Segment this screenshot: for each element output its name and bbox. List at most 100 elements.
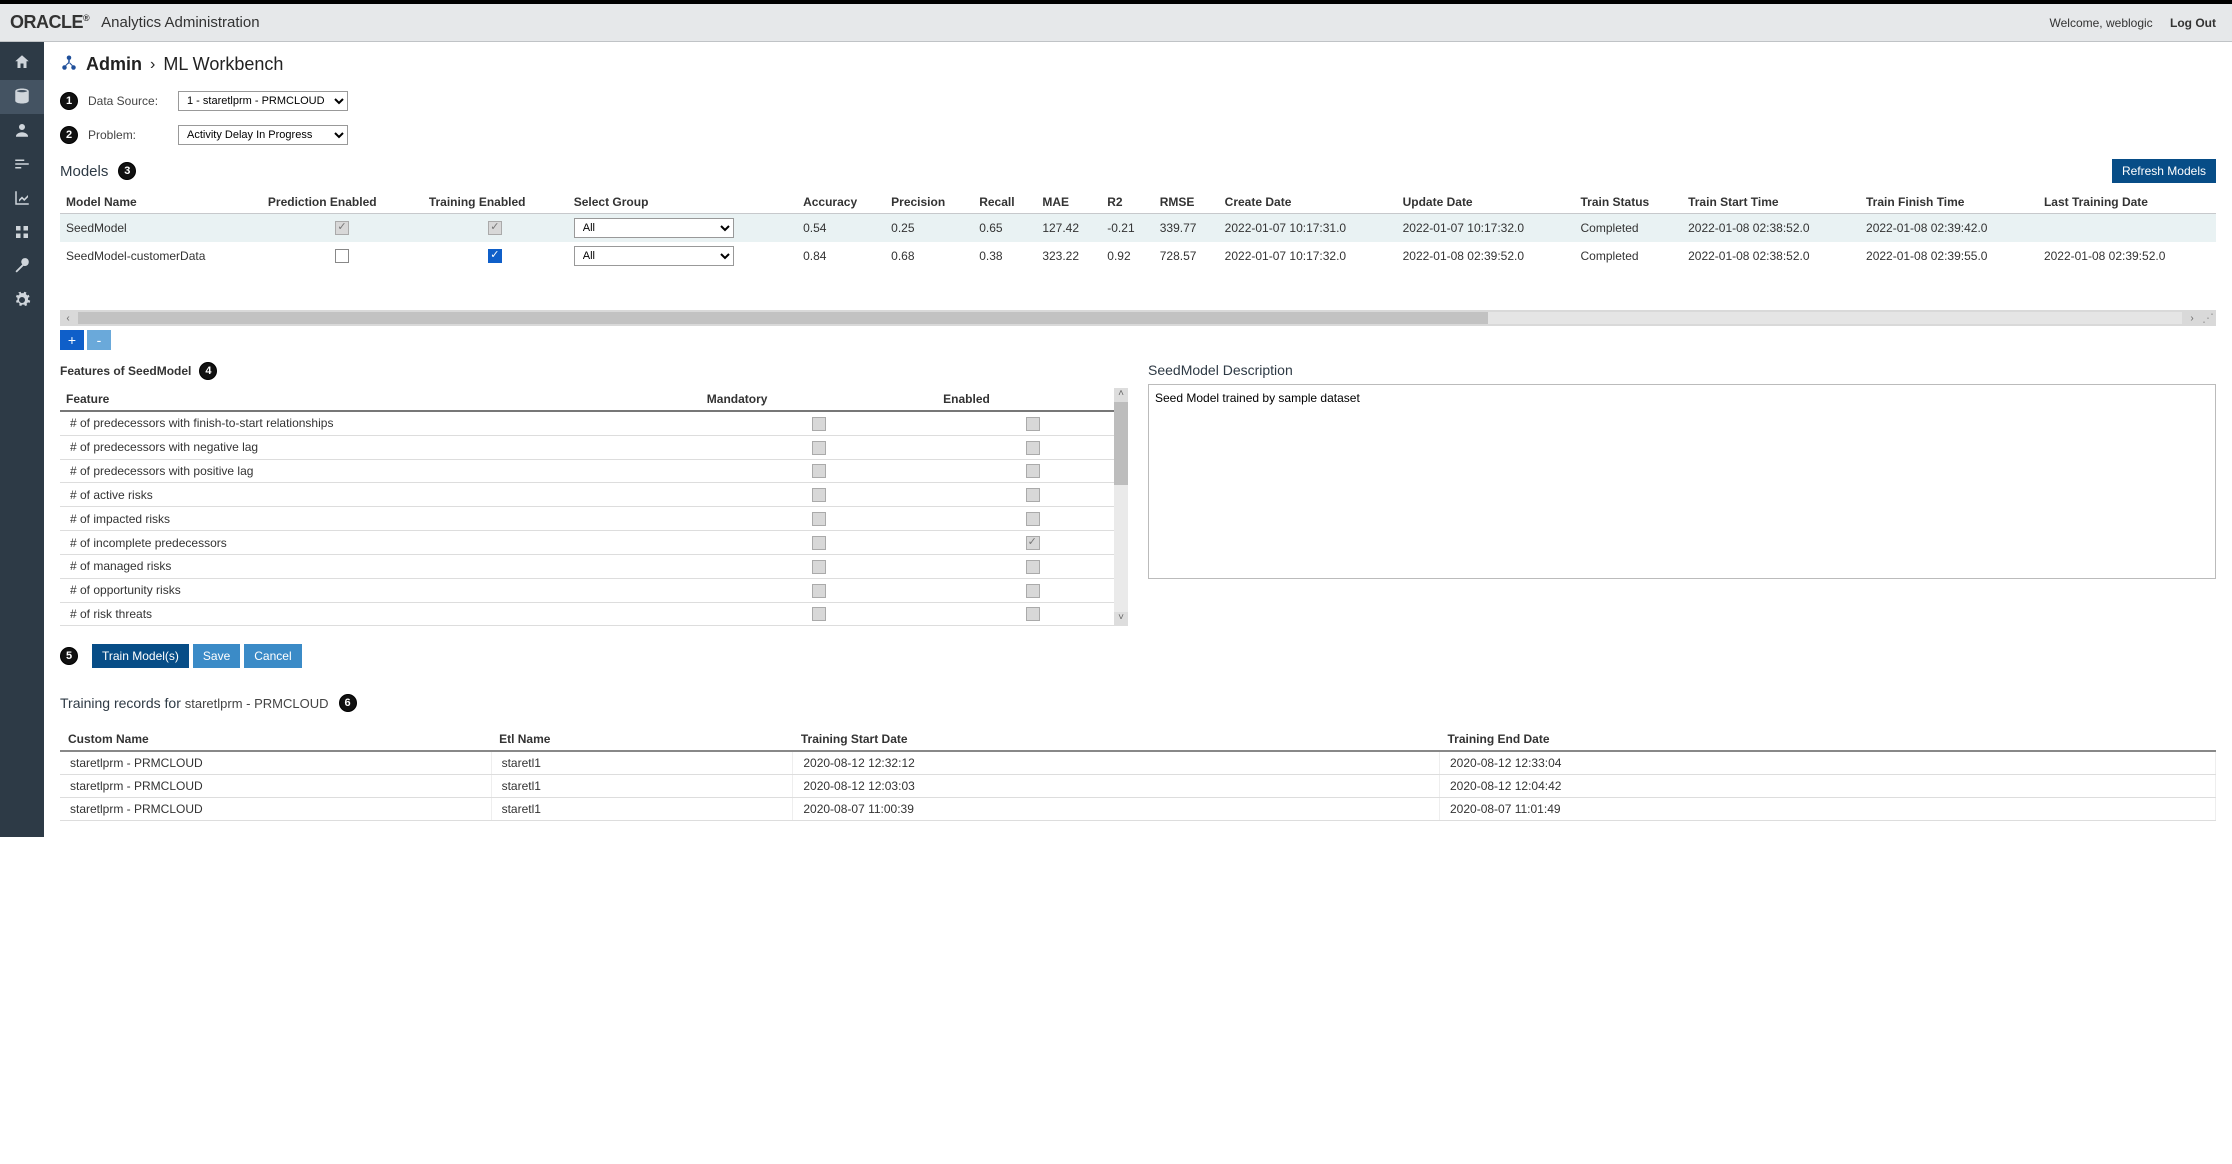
save-button[interactable]: Save <box>193 644 240 668</box>
checkbox <box>812 488 826 502</box>
welcome-text: Welcome, weblogic <box>2050 16 2153 30</box>
checkbox <box>812 464 826 478</box>
cancel-button[interactable]: Cancel <box>244 644 301 668</box>
checkbox <box>812 512 826 526</box>
col-train-start: Train Start Time <box>1682 191 1860 214</box>
scroll-thumb[interactable] <box>78 312 1488 324</box>
col-rmse: RMSE <box>1154 191 1219 214</box>
gear-icon <box>13 291 31 312</box>
data-source-label: Data Source: <box>88 94 168 108</box>
training-records-table: Custom Name Etl Name Training Start Date… <box>60 728 2216 821</box>
scroll-left-icon[interactable]: ‹ <box>62 313 74 324</box>
problem-label: Problem: <box>88 128 168 142</box>
checkbox <box>1026 441 1040 455</box>
scroll-right-icon[interactable]: › <box>2186 313 2198 324</box>
resize-grip-icon[interactable]: ⋰ <box>2198 311 2214 325</box>
rail-users[interactable] <box>0 114 44 148</box>
top-right: Welcome, weblogic Log Out <box>2036 16 2216 30</box>
step-2-badge: 2 <box>60 126 78 144</box>
features-table: Feature Mandatory Enabled # of predecess… <box>60 388 1128 626</box>
table-row[interactable]: # of predecessors with finish-to-start r… <box>60 411 1128 435</box>
home-icon <box>13 53 31 74</box>
col-train-status: Train Status <box>1575 191 1683 214</box>
rail-home[interactable] <box>0 46 44 80</box>
table-row[interactable]: # of managed risks <box>60 554 1128 578</box>
breadcrumb-admin[interactable]: Admin <box>86 54 142 75</box>
scroll-up-icon[interactable]: ˄ <box>1114 388 1128 402</box>
table-row[interactable]: # of predecessors with positive lag <box>60 459 1128 483</box>
grid-icon <box>13 223 31 244</box>
remove-model-button[interactable]: - <box>87 330 111 350</box>
oracle-logo: ORACLE® <box>10 12 89 33</box>
rail-grid[interactable] <box>0 216 44 250</box>
refresh-models-button[interactable]: Refresh Models <box>2112 159 2216 183</box>
step-3-badge: 3 <box>118 162 136 180</box>
step-5-badge: 5 <box>60 647 78 665</box>
models-header-row: Model Name Prediction Enabled Training E… <box>60 191 2216 214</box>
add-model-button[interactable]: + <box>60 330 84 350</box>
side-rail <box>0 42 44 837</box>
checkbox <box>1026 607 1040 621</box>
checkbox <box>812 536 826 550</box>
models-table: Model Name Prediction Enabled Training E… <box>60 191 2216 270</box>
table-row[interactable]: SeedModelAll0.540.250.65127.42-0.21339.7… <box>60 214 2216 243</box>
checkbox <box>335 221 349 235</box>
rail-chart[interactable] <box>0 182 44 216</box>
chevron-right-icon: › <box>150 56 155 74</box>
table-row[interactable]: staretlprm - PRMCLOUDstaretl12020-08-12 … <box>60 751 2216 775</box>
select-group-select[interactable]: All <box>574 246 734 266</box>
checkbox <box>1026 584 1040 598</box>
train-models-button[interactable]: Train Model(s) <box>92 644 189 668</box>
col-mae: MAE <box>1036 191 1101 214</box>
checkbox <box>812 417 826 431</box>
models-hscrollbar[interactable]: ‹ › ⋰ <box>60 310 2216 326</box>
hierarchy-icon <box>60 54 78 75</box>
table-row[interactable]: # of risk threats <box>60 602 1128 626</box>
app-title: Analytics Administration <box>101 14 259 31</box>
col-precision: Precision <box>885 191 973 214</box>
col-update-date: Update Date <box>1397 191 1575 214</box>
data-source-select[interactable]: 1 - staretlprm - PRMCLOUD <box>178 91 348 111</box>
rail-data[interactable] <box>0 80 44 114</box>
rail-settings[interactable] <box>0 284 44 318</box>
table-row[interactable]: SeedModel-customerDataAll0.840.680.38323… <box>60 242 2216 270</box>
checkbox <box>488 221 502 235</box>
col-mandatory: Mandatory <box>701 388 937 411</box>
training-records-title: Training records for staretlprm - PRMCLO… <box>60 694 2216 712</box>
col-feature: Feature <box>60 388 701 411</box>
col-select-group: Select Group <box>568 191 797 214</box>
table-row[interactable]: # of active risks <box>60 483 1128 507</box>
description-title: SeedModel Description <box>1148 362 2216 378</box>
checkbox <box>812 441 826 455</box>
features-vscrollbar[interactable]: ˄ ˅ <box>1114 388 1128 626</box>
col-prediction-enabled: Prediction Enabled <box>262 191 423 214</box>
table-row[interactable]: staretlprm - PRMCLOUDstaretl12020-08-12 … <box>60 775 2216 798</box>
scroll-down-icon[interactable]: ˅ <box>1114 612 1128 626</box>
select-group-select[interactable]: All <box>574 218 734 238</box>
table-row[interactable]: # of predecessors with negative lag <box>60 435 1128 459</box>
table-row[interactable]: # of impacted risks <box>60 507 1128 531</box>
checkbox <box>812 584 826 598</box>
logout-link[interactable]: Log Out <box>2170 16 2216 30</box>
table-row[interactable]: # of opportunity risks <box>60 578 1128 602</box>
table-row[interactable]: # of incomplete predecessors <box>60 531 1128 555</box>
description-textarea[interactable] <box>1148 384 2216 579</box>
scroll-track[interactable] <box>78 312 2182 324</box>
col-create-date: Create Date <box>1219 191 1397 214</box>
checkbox <box>1026 512 1040 526</box>
col-training-enabled: Training Enabled <box>423 191 568 214</box>
col-accuracy: Accuracy <box>797 191 885 214</box>
rail-config[interactable] <box>0 250 44 284</box>
checkbox[interactable] <box>488 249 502 263</box>
checkbox <box>1026 536 1040 550</box>
col-custom-name: Custom Name <box>60 728 491 751</box>
table-row[interactable]: staretlprm - PRMCLOUDstaretl12020-08-07 … <box>60 798 2216 821</box>
rail-sliders[interactable] <box>0 148 44 182</box>
col-etl-name: Etl Name <box>491 728 793 751</box>
problem-select[interactable]: Activity Delay In Progress <box>178 125 348 145</box>
checkbox <box>812 560 826 574</box>
checkbox[interactable] <box>335 249 349 263</box>
col-train-finish: Train Finish Time <box>1860 191 2038 214</box>
user-icon <box>13 121 31 142</box>
features-scroll-thumb[interactable] <box>1114 402 1128 485</box>
